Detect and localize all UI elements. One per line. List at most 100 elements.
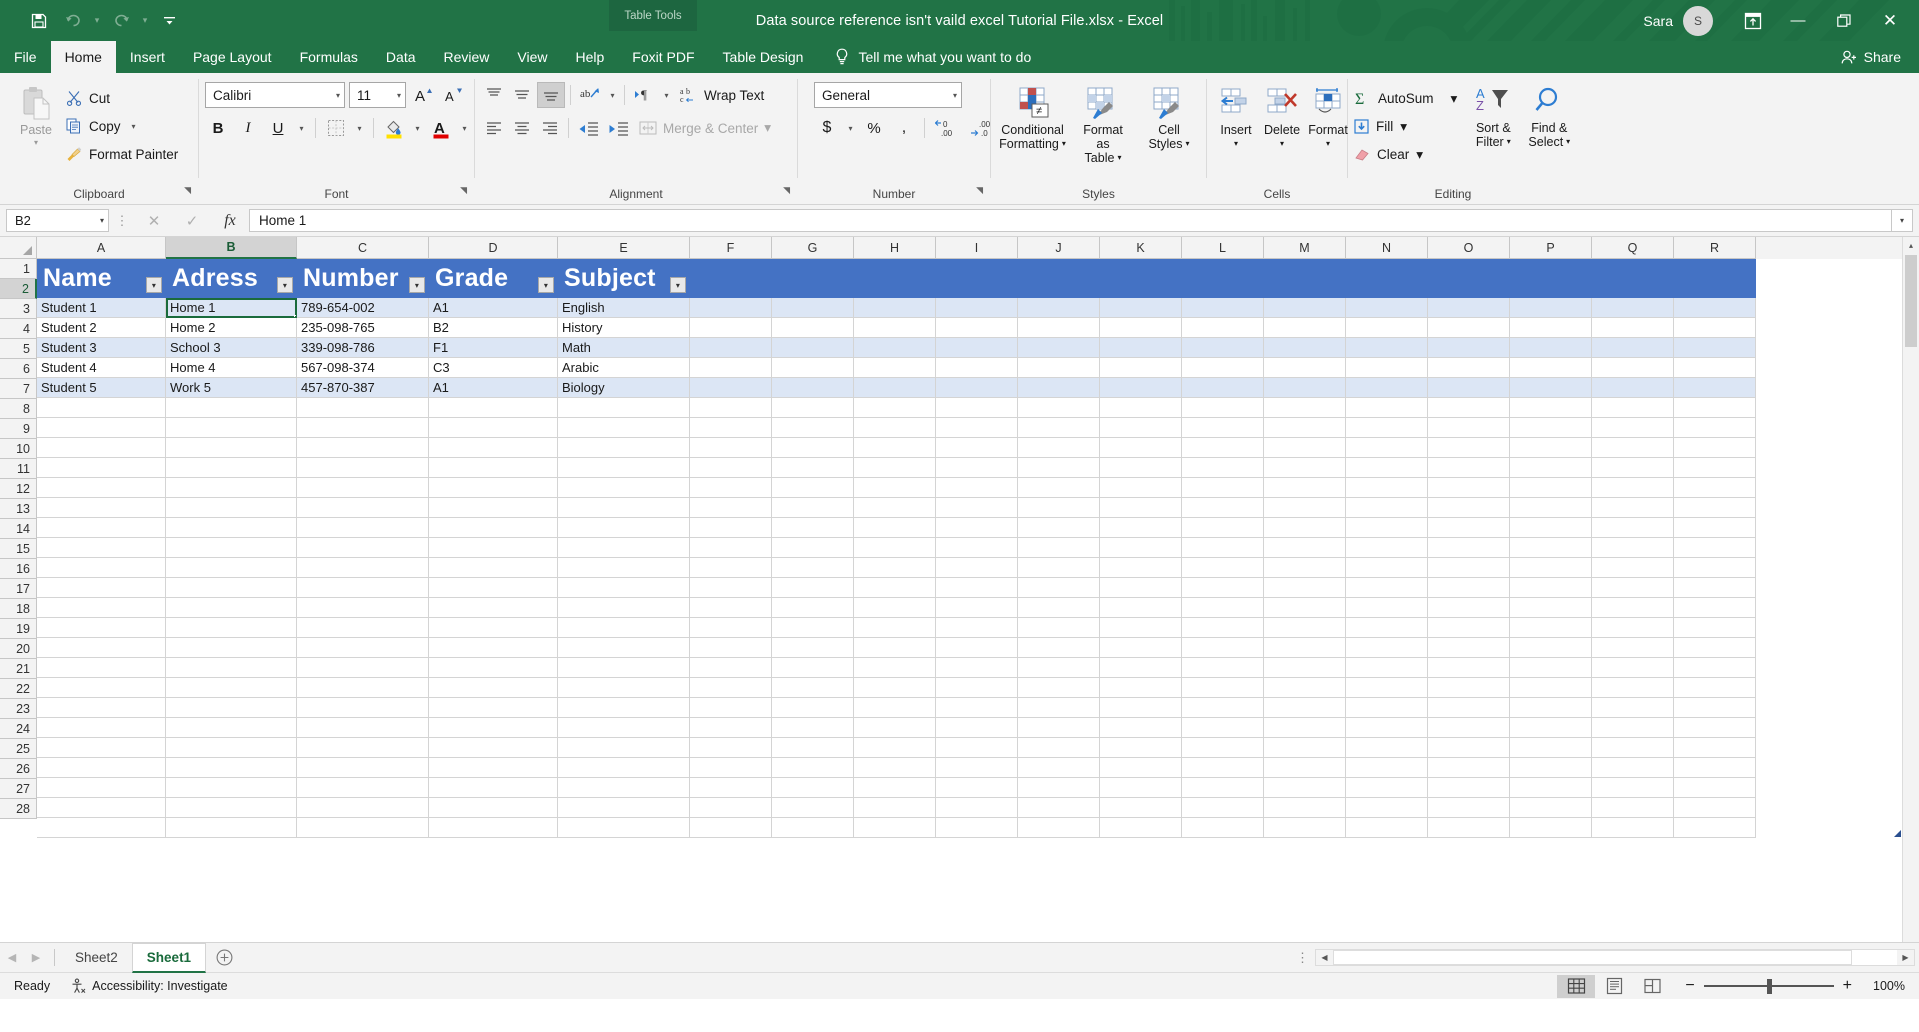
vertical-scrollbar[interactable]: ▴ [1902, 237, 1919, 942]
increase-decimal-button[interactable]: 0.00 [932, 115, 962, 141]
cell-G9[interactable] [772, 438, 854, 458]
clear-button[interactable]: Clear ▾ [1354, 142, 1457, 167]
cell-A8[interactable] [37, 418, 166, 438]
cell-Q9[interactable] [1592, 438, 1674, 458]
cell-A6[interactable]: Student 5 [37, 378, 166, 398]
cell-B25[interactable] [166, 758, 297, 778]
cell-E21[interactable] [558, 678, 690, 698]
cell-Q3[interactable] [1592, 318, 1674, 338]
cell-P3[interactable] [1510, 318, 1592, 338]
cell-M12[interactable] [1264, 498, 1346, 518]
cell-J16[interactable] [1018, 578, 1100, 598]
row-header-3[interactable]: 3 [0, 299, 37, 319]
cell-R27[interactable] [1674, 798, 1756, 818]
column-header-f[interactable]: F [690, 237, 772, 259]
cell-A24[interactable] [37, 738, 166, 758]
cell-E3[interactable]: History [558, 318, 690, 338]
cell-F3[interactable] [690, 318, 772, 338]
cell-E25[interactable] [558, 758, 690, 778]
cell-J5[interactable] [1018, 358, 1100, 378]
cell-B16[interactable] [166, 578, 297, 598]
cell-I19[interactable] [936, 638, 1018, 658]
cell-N26[interactable] [1346, 778, 1428, 798]
align-top-button[interactable] [481, 82, 507, 108]
row-header-14[interactable]: 14 [0, 519, 37, 539]
zoom-slider[interactable] [1703, 977, 1834, 995]
row-header-4[interactable]: 4 [0, 319, 37, 339]
cell-K8[interactable] [1100, 418, 1182, 438]
cell-F28[interactable] [690, 818, 772, 838]
cell-G16[interactable] [772, 578, 854, 598]
cell-L7[interactable] [1182, 398, 1264, 418]
merge-center-dropdown-icon[interactable]: ▾ [764, 120, 771, 136]
next-sheet-icon[interactable]: ▶ [24, 951, 48, 964]
text-direction-dropdown-icon[interactable]: ▾ [660, 91, 673, 100]
cell-J22[interactable] [1018, 698, 1100, 718]
cell-A21[interactable] [37, 678, 166, 698]
cell-C22[interactable] [297, 698, 429, 718]
cell-M22[interactable] [1264, 698, 1346, 718]
tab-review[interactable]: Review [430, 41, 504, 73]
cell-B28[interactable] [166, 818, 297, 838]
cell-Q6[interactable] [1592, 378, 1674, 398]
cell-G14[interactable] [772, 538, 854, 558]
cell-M11[interactable] [1264, 478, 1346, 498]
cell-J10[interactable] [1018, 458, 1100, 478]
zoom-out-button[interactable]: − [1685, 977, 1694, 995]
cell-H26[interactable] [854, 778, 936, 798]
clear-dropdown-icon[interactable]: ▾ [1416, 147, 1423, 163]
cell-O25[interactable] [1428, 758, 1510, 778]
cell-M6[interactable] [1264, 378, 1346, 398]
cell-O24[interactable] [1428, 738, 1510, 758]
row-header-22[interactable]: 22 [0, 679, 37, 699]
column-header-j[interactable]: J [1018, 237, 1100, 259]
cell-K10[interactable] [1100, 458, 1182, 478]
cell-D6[interactable]: A1 [429, 378, 558, 398]
add-sheet-button[interactable] [206, 949, 242, 966]
cell-Q15[interactable] [1592, 558, 1674, 578]
row-header-12[interactable]: 12 [0, 479, 37, 499]
cell-N2[interactable] [1346, 298, 1428, 318]
cell-P1[interactable] [1510, 259, 1592, 298]
cell-H18[interactable] [854, 618, 936, 638]
conditional-formatting-dropdown-icon[interactable]: ▾ [1062, 137, 1066, 151]
cell-H10[interactable] [854, 458, 936, 478]
cell-N15[interactable] [1346, 558, 1428, 578]
align-right-button[interactable] [537, 115, 563, 141]
scroll-right-icon[interactable]: ▶ [1897, 953, 1914, 962]
cell-C5[interactable]: 567-098-374 [297, 358, 429, 378]
cell-K3[interactable] [1100, 318, 1182, 338]
filter-dropdown-subject[interactable]: ▾ [670, 277, 686, 293]
cell-C3[interactable]: 235-098-765 [297, 318, 429, 338]
cell-R6[interactable] [1674, 378, 1756, 398]
cell-E27[interactable] [558, 798, 690, 818]
cell-A4[interactable]: Student 3 [37, 338, 166, 358]
redo-icon[interactable] [104, 6, 138, 36]
cell-E18[interactable] [558, 618, 690, 638]
cell-H4[interactable] [854, 338, 936, 358]
cell-A12[interactable] [37, 498, 166, 518]
cell-O17[interactable] [1428, 598, 1510, 618]
align-middle-button[interactable] [509, 82, 535, 108]
cell-N11[interactable] [1346, 478, 1428, 498]
cell-C15[interactable] [297, 558, 429, 578]
insert-cells-dropdown-icon[interactable]: ▾ [1234, 137, 1238, 151]
cell-C10[interactable] [297, 458, 429, 478]
cell-K19[interactable] [1100, 638, 1182, 658]
cell-C2[interactable]: 789-654-002 [297, 298, 429, 318]
cell-L6[interactable] [1182, 378, 1264, 398]
cell-R22[interactable] [1674, 698, 1756, 718]
cell-P15[interactable] [1510, 558, 1592, 578]
cell-D18[interactable] [429, 618, 558, 638]
cell-J19[interactable] [1018, 638, 1100, 658]
previous-sheet-icon[interactable]: ◀ [0, 951, 24, 964]
cell-C20[interactable] [297, 658, 429, 678]
cell-A3[interactable]: Student 2 [37, 318, 166, 338]
cell-Q18[interactable] [1592, 618, 1674, 638]
sort-and-filter-button[interactable]: AZ Sort & Filter ▾ [1465, 84, 1521, 149]
cell-I17[interactable] [936, 598, 1018, 618]
expand-formula-bar-icon[interactable]: ▾ [1891, 209, 1913, 232]
cell-D25[interactable] [429, 758, 558, 778]
cell-B9[interactable] [166, 438, 297, 458]
cell-H20[interactable] [854, 658, 936, 678]
